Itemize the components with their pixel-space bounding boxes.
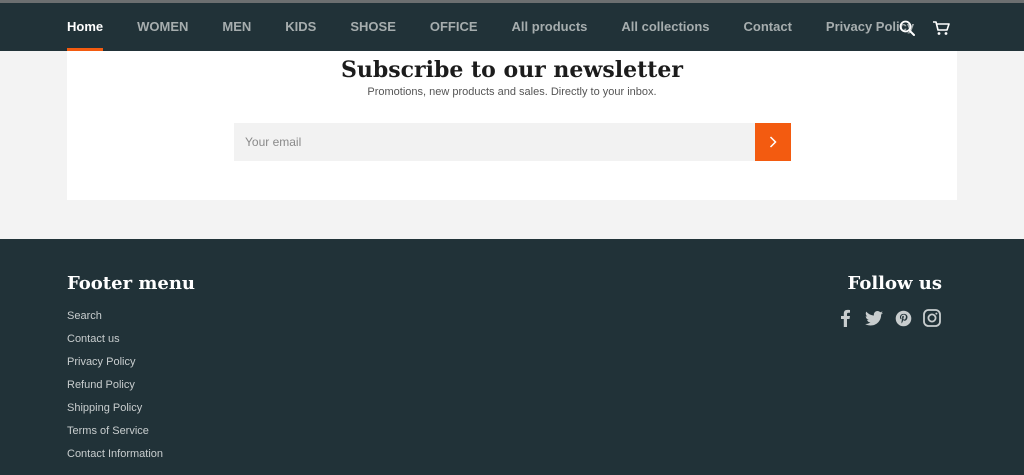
nav-item-all-products[interactable]: All products: [512, 3, 588, 51]
facebook-icon[interactable]: [835, 308, 855, 328]
follow-us: Follow us: [826, 273, 942, 328]
footer-menu-list: Search Contact us Privacy Policy Refund …: [67, 308, 195, 469]
newsletter-title: Subscribe to our newsletter: [340, 57, 684, 83]
newsletter-section: Subscribe to our newsletter Promotions, …: [67, 51, 957, 200]
chevron-right-icon: [769, 136, 777, 148]
footer-link-contact-us[interactable]: Contact us: [67, 331, 195, 354]
footer-link-privacy-policy[interactable]: Privacy Policy: [67, 354, 195, 377]
nav-item-office[interactable]: OFFICE: [430, 3, 478, 51]
search-icon[interactable]: [896, 17, 918, 39]
email-input[interactable]: [234, 123, 755, 161]
footer-link-refund-policy[interactable]: Refund Policy: [67, 377, 195, 400]
nav-item-all-collections[interactable]: All collections: [621, 3, 709, 51]
newsletter-form: [234, 123, 791, 161]
site-footer: Footer menu Search Contact us Privacy Po…: [0, 239, 1024, 475]
follow-us-title: Follow us: [847, 273, 942, 294]
main-nav: Home WOMEN MEN KIDS SHOSE OFFICE All pro…: [67, 3, 948, 51]
footer-link-contact-information[interactable]: Contact Information: [67, 446, 195, 469]
footer-menu-title: Footer menu: [67, 273, 195, 294]
nav-item-women[interactable]: WOMEN: [137, 3, 188, 51]
nav-item-home[interactable]: Home: [67, 3, 104, 51]
social-links: [826, 308, 942, 328]
footer-link-terms-of-service[interactable]: Terms of Service: [67, 423, 195, 446]
newsletter-subtitle: Promotions, new products and sales. Dire…: [367, 86, 657, 98]
top-navigation-bar: Home WOMEN MEN KIDS SHOSE OFFICE All pro…: [0, 0, 1024, 51]
nav-item-kids[interactable]: KIDS: [285, 3, 316, 51]
instagram-icon[interactable]: [922, 308, 942, 328]
subscribe-button[interactable]: [755, 123, 791, 161]
cart-icon[interactable]: [930, 17, 952, 39]
twitter-icon[interactable]: [864, 308, 884, 328]
header-icons: [884, 17, 952, 39]
nav-item-men[interactable]: MEN: [222, 3, 251, 51]
footer-link-search[interactable]: Search: [67, 308, 195, 331]
footer-link-shipping-policy[interactable]: Shipping Policy: [67, 400, 195, 423]
pinterest-icon[interactable]: [893, 308, 913, 328]
nav-item-shose[interactable]: SHOSE: [350, 3, 396, 51]
nav-item-contact[interactable]: Contact: [744, 3, 792, 51]
footer-menu: Footer menu Search Contact us Privacy Po…: [67, 273, 195, 469]
